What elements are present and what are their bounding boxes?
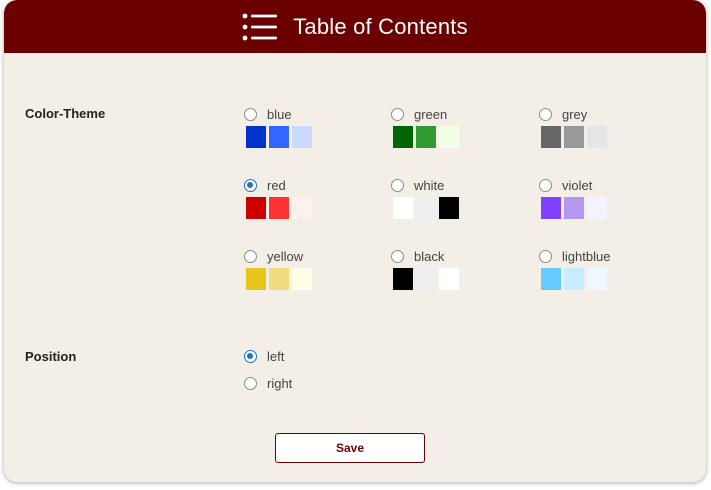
color-swatch — [564, 126, 584, 148]
color-swatches — [393, 197, 462, 219]
theme-radio-grey[interactable]: grey — [539, 105, 610, 123]
color-swatches — [541, 126, 610, 148]
color-swatch — [587, 126, 607, 148]
settings-panel: Table of Contents Color-Theme blue green g… — [4, 0, 706, 482]
color-swatch — [246, 197, 266, 219]
theme-radio-yellow[interactable]: yellow — [244, 247, 315, 265]
color-swatch — [393, 268, 413, 290]
color-swatch — [269, 126, 289, 148]
theme-radio-blue[interactable]: blue — [244, 105, 315, 123]
position-option-left[interactable]: left — [244, 347, 284, 365]
position-label: Position — [25, 349, 77, 364]
theme-option-white: white — [391, 176, 462, 219]
color-swatches — [541, 268, 610, 290]
radio-button[interactable] — [244, 376, 257, 390]
theme-radio-violet[interactable]: violet — [539, 176, 610, 194]
theme-option-green: green — [391, 105, 462, 148]
theme-option-blue: blue — [244, 105, 315, 148]
radio-button[interactable] — [244, 249, 257, 263]
color-swatch — [564, 197, 584, 219]
theme-option-black: black — [391, 247, 462, 290]
radio-button[interactable] — [391, 107, 404, 121]
color-swatch — [439, 126, 459, 148]
color-swatch — [587, 197, 607, 219]
radio-button[interactable] — [244, 349, 257, 363]
color-swatch — [269, 268, 289, 290]
theme-option-lightblue: lightblue — [539, 247, 610, 290]
page-title: Table of Contents — [293, 13, 468, 39]
theme-option-label: lightblue — [562, 248, 611, 264]
color-swatch — [292, 268, 312, 290]
position-option-label: right — [267, 375, 293, 391]
color-swatch — [416, 126, 436, 148]
theme-option-label: yellow — [267, 248, 304, 264]
color-swatches — [246, 126, 315, 148]
theme-radio-white[interactable]: white — [391, 176, 462, 194]
color-swatch — [541, 126, 561, 148]
color-swatch — [541, 197, 561, 219]
position-option-label: left — [267, 348, 285, 364]
theme-option-label: white — [414, 177, 445, 193]
theme-option-label: grey — [562, 106, 588, 122]
color-swatch — [439, 197, 459, 219]
color-swatch — [439, 268, 459, 290]
color-swatch — [292, 126, 312, 148]
color-swatch — [587, 268, 607, 290]
color-swatches — [393, 268, 462, 290]
theme-option-label: red — [267, 177, 286, 193]
theme-option-label: violet — [562, 177, 593, 193]
theme-option-violet: violet — [539, 176, 610, 219]
color-swatches — [541, 197, 610, 219]
color-swatches — [246, 197, 315, 219]
theme-radio-lightblue[interactable]: lightblue — [539, 247, 610, 265]
color-swatch — [393, 197, 413, 219]
theme-option-red: red — [244, 176, 315, 219]
theme-option-grey: grey — [539, 105, 610, 148]
color-theme-label: Color-Theme — [25, 106, 106, 121]
color-swatch — [269, 197, 289, 219]
theme-radio-black[interactable]: black — [391, 247, 462, 265]
color-swatch — [246, 126, 266, 148]
color-swatch — [541, 268, 561, 290]
color-swatches — [246, 268, 315, 290]
theme-option-label: blue — [267, 106, 292, 122]
theme-radio-red[interactable]: red — [244, 176, 315, 194]
save-button[interactable]: Save — [275, 433, 425, 463]
color-swatch — [416, 197, 436, 219]
radio-button[interactable] — [539, 249, 552, 263]
color-swatch — [246, 268, 266, 290]
theme-option-yellow: yellow — [244, 247, 315, 290]
radio-button[interactable] — [539, 178, 552, 192]
position-option-right[interactable]: right — [244, 374, 292, 392]
color-swatch — [564, 268, 584, 290]
radio-button[interactable] — [539, 107, 552, 121]
radio-button[interactable] — [244, 178, 257, 192]
theme-option-label: black — [414, 248, 445, 264]
radio-button[interactable] — [244, 107, 257, 121]
list-icon — [242, 13, 278, 40]
color-swatches — [393, 126, 462, 148]
radio-button[interactable] — [391, 249, 404, 263]
color-swatch — [416, 268, 436, 290]
theme-radio-green[interactable]: green — [391, 105, 462, 123]
header-bar: Table of Contents — [4, 0, 706, 53]
color-swatch — [393, 126, 413, 148]
theme-option-label: green — [414, 106, 448, 122]
radio-button[interactable] — [391, 178, 404, 192]
color-swatch — [292, 197, 312, 219]
